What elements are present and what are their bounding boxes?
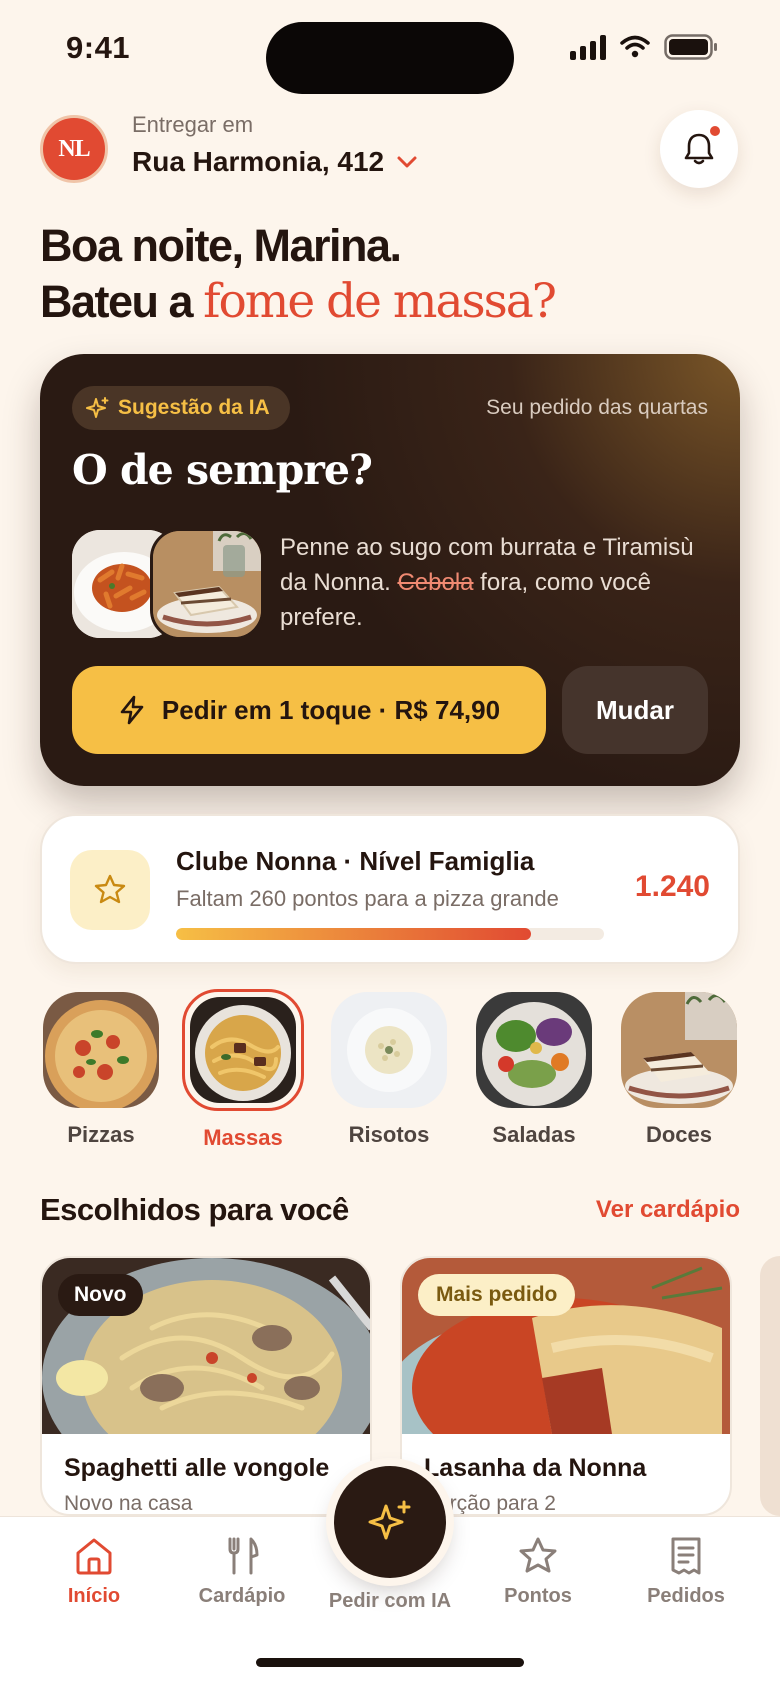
ai-chip-label: Sugestão da IA xyxy=(118,396,270,419)
ai-order-button[interactable] xyxy=(334,1466,446,1578)
pasta-image xyxy=(182,989,304,1111)
category-massas[interactable]: Massas xyxy=(182,989,304,1151)
star-icon xyxy=(519,1537,557,1573)
club-subtitle: Faltam 260 pontos para a pizza grande xyxy=(176,886,559,911)
ai-note: Seu pedido das quartas xyxy=(486,396,708,419)
fork-knife-icon xyxy=(228,1537,259,1575)
dish-name: Spaghetti alle vongole xyxy=(64,1454,330,1482)
nav-label: Pontos xyxy=(504,1585,572,1607)
notification-dot xyxy=(708,124,722,138)
category-label: Pizzas xyxy=(67,1122,135,1147)
signal-icon xyxy=(570,34,606,60)
star-badge xyxy=(70,850,150,930)
category-risotos[interactable]: Risotos xyxy=(328,992,450,1148)
home-indicator xyxy=(256,1658,524,1667)
receipt-icon xyxy=(671,1537,701,1575)
category-label: Saladas xyxy=(492,1122,576,1147)
greeting-prefix: Bateu a xyxy=(40,276,194,327)
lightning-icon xyxy=(120,695,144,725)
tiramisu-thumbnail xyxy=(150,528,264,640)
ai-suggestion-card: Sugestão da IA Seu pedido das quartas O … xyxy=(40,354,740,786)
category-label: Doces xyxy=(645,1122,713,1147)
club-points: 1.240 xyxy=(634,870,710,903)
dish-name: Lasanha da Nonna xyxy=(424,1454,647,1482)
home-icon xyxy=(76,1538,112,1575)
view-menu-link[interactable]: Ver cardápio xyxy=(596,1196,740,1224)
sparkle-icon xyxy=(86,397,109,418)
wifi-icon xyxy=(620,35,650,58)
greeting-line-2: Bateu a fome de massa? xyxy=(40,274,557,330)
category-label: Risotos xyxy=(348,1122,430,1147)
star-icon xyxy=(94,874,126,904)
status-icons xyxy=(570,34,718,60)
section-title: Escolhidos para você xyxy=(40,1192,349,1227)
club-title: Clube Nonna · Nível Famiglia xyxy=(176,846,535,876)
category-label: Massas xyxy=(203,1125,283,1150)
nav-menu[interactable]: Cardápio xyxy=(172,1535,312,1608)
badge-new: Novo xyxy=(58,1274,143,1316)
ai-order-label: Pedir com IA xyxy=(328,1590,452,1612)
badge-most-ordered: Mais pedido xyxy=(418,1274,576,1316)
one-tap-order-button[interactable]: Pedir em 1 toque · R$ 74,90 xyxy=(72,666,546,754)
pizza-image xyxy=(43,992,159,1108)
nav-home[interactable]: Início xyxy=(24,1535,164,1608)
ai-description: Penne ao sugo com burrata e Tiramisù da … xyxy=(280,534,694,631)
category-pizzas[interactable]: Pizzas xyxy=(40,992,162,1148)
greeting-line-1: Boa noite, Marina. xyxy=(40,220,402,271)
ai-chip: Sugestão da IA xyxy=(72,386,290,430)
nav-orders[interactable]: Pedidos xyxy=(616,1535,756,1608)
order-button-label: Pedir em 1 toque · R$ 74,90 xyxy=(161,694,501,725)
notifications-button[interactable] xyxy=(660,110,738,188)
deliver-label: Entregar em xyxy=(132,112,254,137)
nav-label: Cardápio xyxy=(198,1585,286,1607)
risotto-image xyxy=(331,992,447,1108)
dish-card-lasanha[interactable]: Mais pedido Lasanha da Nonna Porção para… xyxy=(400,1256,732,1516)
sparkle-icon xyxy=(368,1500,411,1540)
points-progress-bar xyxy=(176,928,604,940)
change-order-button[interactable]: Mudar xyxy=(562,666,708,754)
salad-image xyxy=(476,992,592,1108)
battery-icon xyxy=(664,34,717,60)
loyalty-card[interactable]: Clube Nonna · Nível Famiglia Faltam 260 … xyxy=(40,814,740,964)
address-selector[interactable]: Rua Harmonia, 412 xyxy=(132,146,418,178)
dish-subtitle: Novo na casa xyxy=(64,1492,193,1515)
dynamic-island xyxy=(266,22,514,94)
dessert-image xyxy=(621,992,737,1108)
greeting-accent: fome de massa? xyxy=(203,274,557,329)
dish-card-peek[interactable] xyxy=(760,1256,780,1516)
removed-ingredient: Cebola xyxy=(397,569,474,596)
nav-label: Pedidos xyxy=(647,1585,725,1607)
points-progress-fill xyxy=(176,928,532,940)
nav-label: Início xyxy=(67,1585,121,1607)
status-time: 9:41 xyxy=(66,30,131,65)
nav-points[interactable]: Pontos xyxy=(468,1535,608,1608)
ai-title: O de sempre? xyxy=(72,446,373,494)
chevron-down-icon xyxy=(397,156,417,168)
category-saladas[interactable]: Saladas xyxy=(473,992,595,1148)
restaurant-logo: NL xyxy=(40,115,108,183)
dish-card-vongole[interactable]: Novo Spaghetti alle vongole Novo na casa xyxy=(40,1256,372,1516)
address-text: Rua Harmonia, 412 xyxy=(132,146,385,177)
category-doces[interactable]: Doces xyxy=(618,992,740,1148)
